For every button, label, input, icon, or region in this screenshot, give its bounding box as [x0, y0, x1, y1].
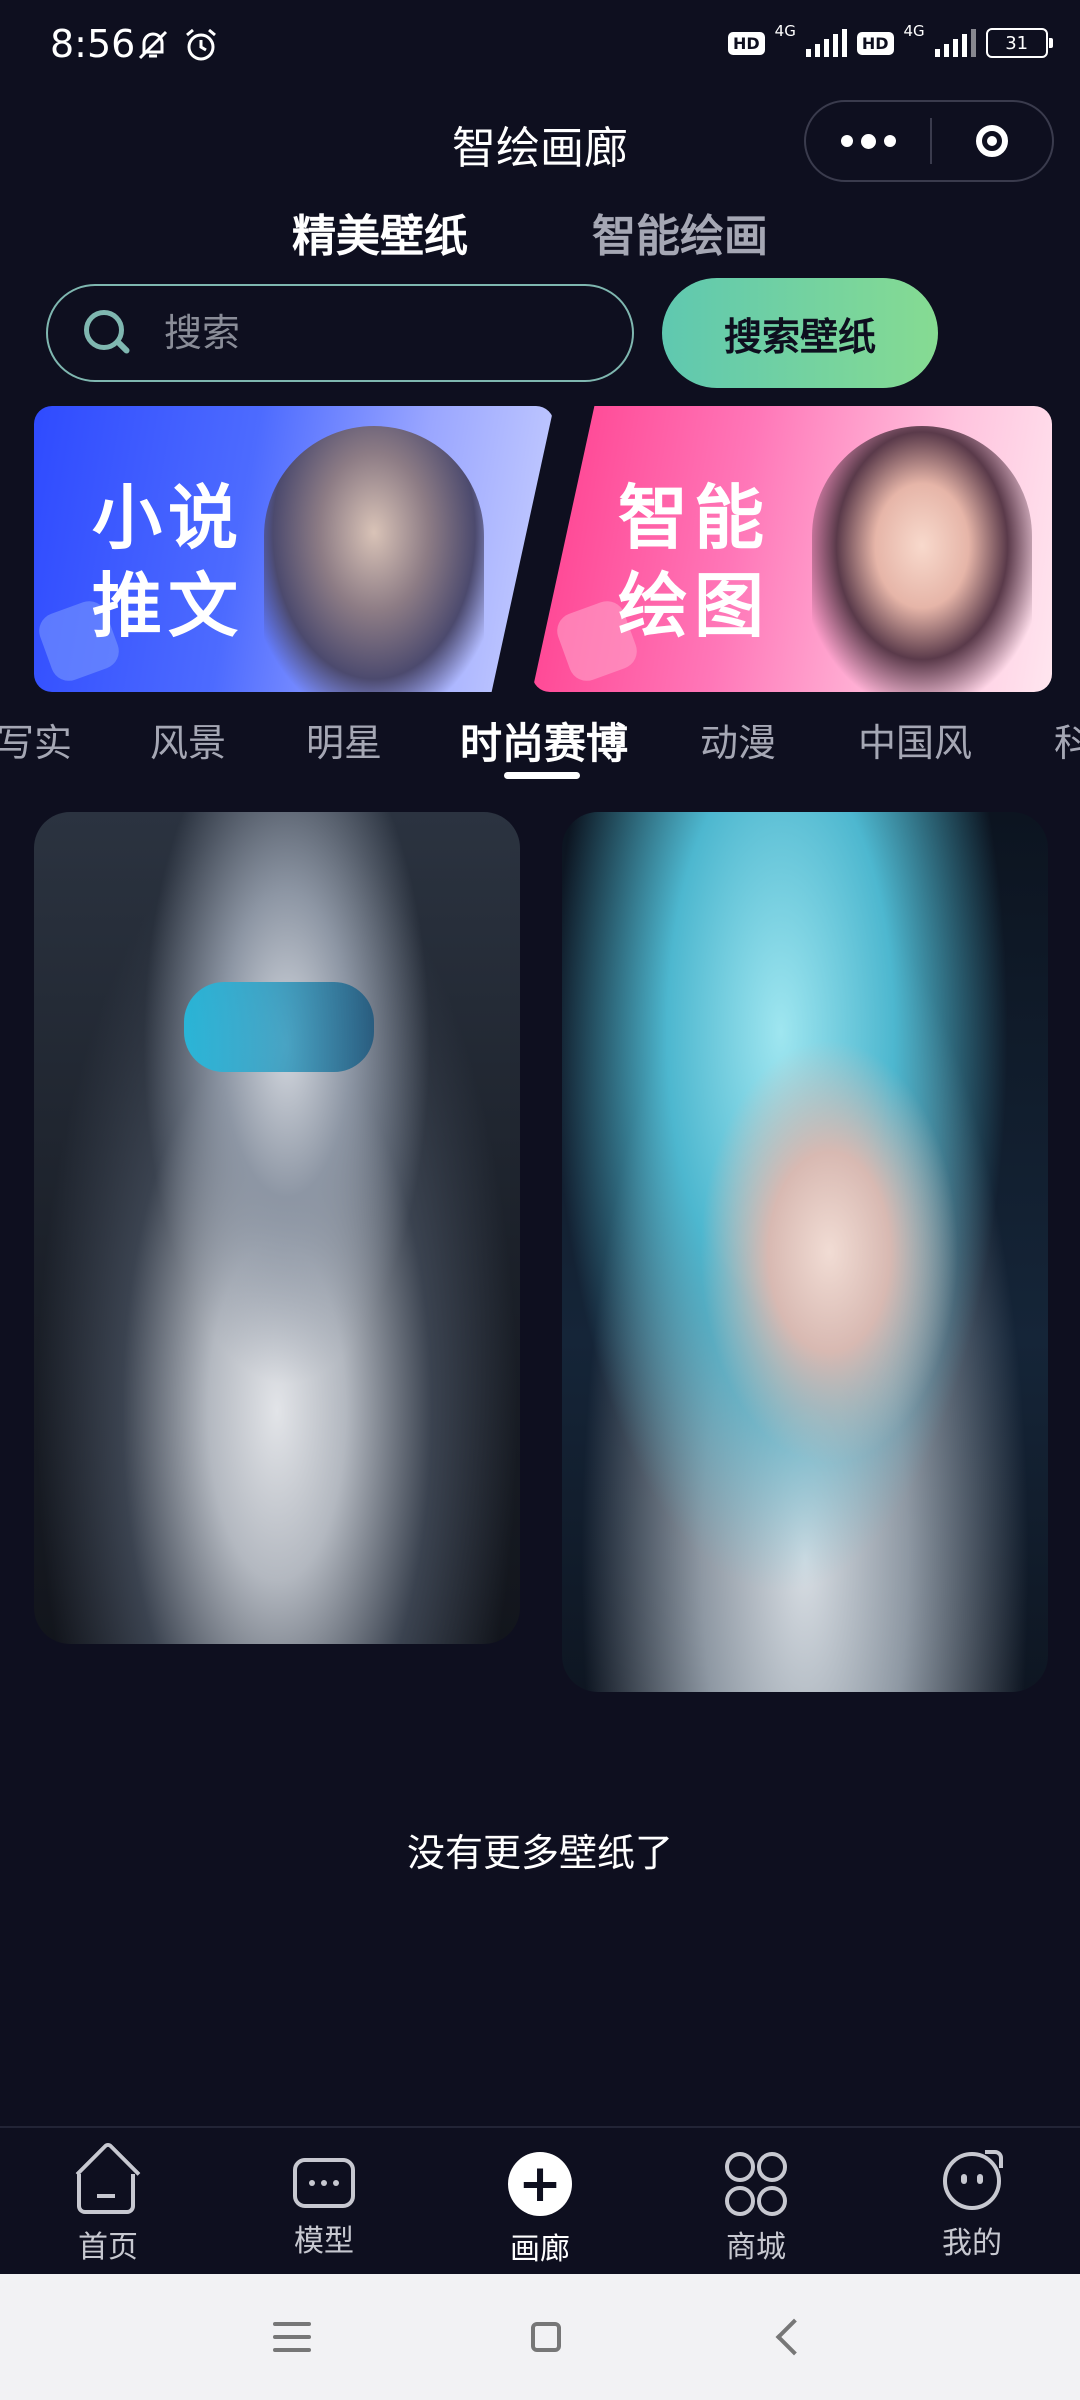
bottom-navigation: 首页 模型 + 画廊 商城 我的: [0, 2126, 1080, 2276]
status-time: 8:56: [50, 22, 136, 66]
target-icon: [976, 125, 1008, 157]
category-tab-cyber-fashion[interactable]: 时尚赛博: [460, 712, 628, 771]
signal-icon: [934, 29, 976, 57]
grid-icon: [725, 2152, 787, 2216]
network-type: 4G: [903, 22, 925, 40]
alarm-icon: [182, 26, 220, 64]
hd-badge: HD: [856, 31, 894, 55]
category-tab-scenery[interactable]: 风景: [150, 712, 226, 767]
wallpaper-card[interactable]: [562, 812, 1048, 1692]
banner-ai-drawing[interactable]: 智能 绘图: [532, 406, 1052, 692]
category-tab-chinese-style[interactable]: 中国风: [858, 712, 972, 767]
search-input[interactable]: [162, 310, 586, 356]
chat-icon: [293, 2158, 355, 2208]
battery-icon: 31: [985, 28, 1053, 58]
nav-profile[interactable]: 我的: [864, 2128, 1080, 2276]
recent-apps-button[interactable]: [273, 2322, 311, 2352]
banner-line: 智能: [618, 477, 770, 559]
system-navigation-bar: [0, 2274, 1080, 2400]
wallpaper-image: [184, 982, 374, 1072]
category-tab-realistic[interactable]: 写实: [0, 712, 72, 767]
active-tab-indicator: [504, 772, 580, 779]
network-type: 4G: [774, 22, 796, 40]
search-wallpaper-button[interactable]: 搜索壁纸: [662, 278, 938, 388]
battery-level: 31: [1005, 32, 1029, 54]
end-of-list-message: 没有更多壁纸了: [406, 1831, 673, 1875]
banner-portrait-image: [264, 426, 484, 692]
category-tab-celebrity[interactable]: 明星: [306, 712, 382, 767]
nav-model[interactable]: 模型: [216, 2128, 432, 2276]
status-icons: HD 4G HD 4G 31: [728, 22, 1053, 58]
nav-label: 画廊: [510, 2232, 570, 2267]
nav-label: 首页: [78, 2230, 138, 2265]
banner-line: 小说: [92, 477, 244, 559]
back-button[interactable]: [775, 2318, 813, 2356]
nav-label: 我的: [942, 2226, 1002, 2261]
nav-gallery[interactable]: + 画廊: [432, 2128, 648, 2276]
wallpaper-card[interactable]: [34, 812, 520, 1644]
nav-label: 商城: [726, 2230, 786, 2265]
more-menu-button[interactable]: [806, 102, 930, 180]
banner-line: 绘图: [618, 565, 770, 647]
tab-wallpaper[interactable]: 精美壁纸: [292, 200, 468, 264]
home-icon: [77, 2152, 139, 2214]
miniapp-capsule: [804, 100, 1054, 182]
category-tab-scifi[interactable]: 科: [1054, 712, 1080, 767]
banner-novel-promo[interactable]: 小说 推文: [34, 406, 554, 692]
nav-label: 模型: [294, 2224, 354, 2259]
banner-line: 推文: [92, 565, 244, 647]
banner-portrait-image: [812, 426, 1032, 692]
face-icon: [943, 2150, 1003, 2210]
plus-icon: +: [508, 2152, 572, 2216]
search-bar[interactable]: [46, 284, 634, 382]
hd-badge: HD: [728, 31, 765, 55]
close-miniapp-button[interactable]: [932, 125, 1052, 157]
banner-title: 小说 推文: [92, 474, 244, 650]
banner-title: 智能 绘图: [618, 474, 770, 650]
category-tab-anime[interactable]: 动漫: [700, 712, 776, 767]
home-button[interactable]: [531, 2322, 561, 2352]
search-icon: [84, 310, 130, 356]
tab-ai-painting[interactable]: 智能绘画: [592, 200, 768, 264]
nav-mall[interactable]: 商城: [648, 2128, 864, 2276]
nav-home[interactable]: 首页: [0, 2128, 216, 2276]
signal-icon: [805, 29, 847, 57]
mute-bell-icon: [136, 28, 170, 62]
